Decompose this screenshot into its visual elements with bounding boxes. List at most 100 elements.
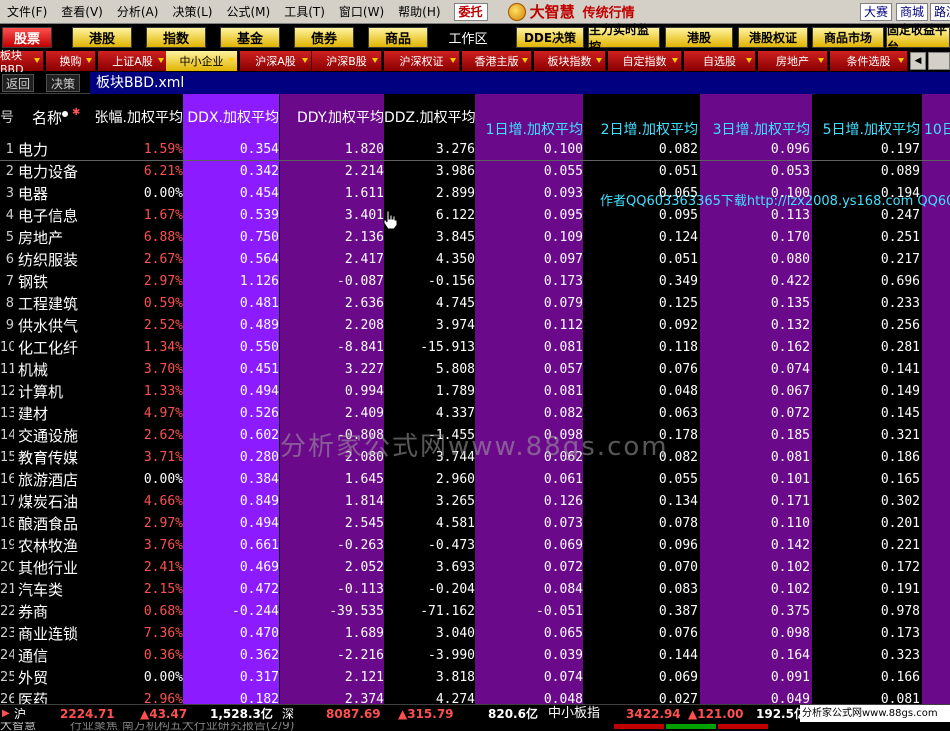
table-row[interactable]: 9 供水供气 2.52% 0.489 2.208 3.974 0.112 0.092 0.132… (0, 315, 950, 337)
table-row[interactable]: 19 农林牧渔 3.76% 0.661 -0.263 -0.473 0.069 0.096 0.… (0, 535, 950, 557)
block-tab-10[interactable]: 自选股 (684, 51, 756, 71)
table-row[interactable]: 6 纺织服装 2.67% 0.564 2.417 4.350 0.097 0.051 0.080… (0, 249, 950, 271)
header-day5[interactable]: 5日增.加权平均 (812, 119, 920, 139)
menu-item-5[interactable]: 工具(T) (277, 0, 332, 23)
row-d2: 0.082 (658, 142, 698, 157)
market-button-0[interactable]: 股票 (2, 27, 52, 48)
table-row[interactable]: 22 券商 0.68% -0.244 -39.535 -71.162 -0.051 0.387… (0, 601, 950, 623)
row-ddz: 3.744 (435, 450, 475, 465)
row-chg: 4.66% (143, 494, 183, 509)
block-tab-12[interactable]: 条件选股 (830, 51, 908, 71)
scroll-left-button[interactable]: ◀ (910, 52, 926, 70)
menu-item-7[interactable]: 帮助(H) (391, 0, 447, 23)
header-name[interactable]: 名称 (32, 107, 62, 128)
row-d3: 0.422 (770, 274, 810, 289)
block-tab-label: 换购 (59, 55, 82, 68)
table-row[interactable]: 17 煤炭石油 4.66% 0.849 1.814 3.265 0.126 0.134 0.17… (0, 491, 950, 513)
weituo-button[interactable]: 委托 (453, 2, 488, 21)
table-row[interactable]: 15 教育传媒 3.71% 0.280 2.080 3.744 0.062 0.082 0.08… (0, 447, 950, 469)
table-row[interactable]: 14 交通设施 2.62% 0.602 -0.808 -1.455 0.098 0.178 0.… (0, 425, 950, 447)
menu-item-6[interactable]: 窗口(W) (332, 0, 391, 23)
header-ddx[interactable]: DDX.加权平均 (183, 107, 279, 127)
row-ddx: 0.472 (239, 582, 279, 597)
scroll-track[interactable] (928, 52, 950, 70)
block-tab-8[interactable]: 板块指数 (534, 51, 606, 71)
row-seq: 13 (0, 406, 14, 421)
header-ddz[interactable]: DDZ.加权平均 (384, 107, 475, 127)
back-button[interactable]: 返回 (2, 74, 34, 92)
block-tab-2[interactable]: 上证A股 (98, 51, 168, 71)
sort-dot-icon (62, 111, 68, 117)
top-right-button-1[interactable]: 商城 (896, 3, 929, 21)
table-row[interactable]: 24 通信 0.36% 0.362 -2.216 -3.990 0.039 0.144 0.16… (0, 645, 950, 667)
row-d1: 0.112 (543, 318, 583, 333)
block-tab-7[interactable]: 香港主版 (462, 51, 532, 71)
row-d5: 0.173 (880, 626, 920, 641)
row-ddy: 1.645 (344, 472, 384, 487)
market-button-8[interactable]: 主力实时监控 (588, 23, 660, 54)
table-row[interactable]: 16 旅游酒店 0.00% 0.384 1.645 2.960 0.061 0.055 0.10… (0, 469, 950, 491)
block-tab-6[interactable]: 沪深权证 (384, 51, 460, 71)
block-tab-5[interactable]: 沪深B股 (312, 51, 382, 71)
menu-item-3[interactable]: 决策(L) (165, 0, 219, 23)
header-ddy[interactable]: DDY.加权平均 (280, 107, 384, 127)
table-row[interactable]: 23 商业连锁 7.36% 0.470 1.689 3.040 0.065 0.076 0.09… (0, 623, 950, 645)
row-ddx: -0.244 (232, 604, 279, 619)
market-button-4[interactable]: 债券 (294, 27, 354, 48)
market-button-9[interactable]: 港股 (665, 27, 733, 48)
menu-item-0[interactable]: 文件(F) (0, 0, 54, 23)
menu-item-2[interactable]: 分析(A) (110, 0, 166, 23)
market-button-12[interactable]: 固定收益平台 (886, 23, 950, 54)
header-day1[interactable]: 1日增.加权平均 (475, 119, 583, 139)
menu-item-4[interactable]: 公式(M) (220, 0, 278, 23)
table-row[interactable]: 8 工程建筑 0.59% 0.481 2.636 4.745 0.079 0.125 0.135… (0, 293, 950, 315)
table-row[interactable]: 12 计算机 1.33% 0.494 0.994 1.789 0.081 0.048 0.067… (0, 381, 950, 403)
table-row[interactable]: 5 房地产 6.88% 0.750 2.136 3.845 0.109 0.124 0.170 0… (0, 227, 950, 249)
row-d5: 0.201 (880, 516, 920, 531)
block-tab-11[interactable]: 房地产 (758, 51, 828, 71)
table-row[interactable]: 13 建材 4.97% 0.526 2.409 4.337 0.082 0.063 0.072 0… (0, 403, 950, 425)
header-day2[interactable]: 2日增.加权平均 (585, 119, 698, 139)
header-day10[interactable]: 10日 (924, 119, 950, 139)
market-button-6[interactable]: 工作区 (440, 27, 496, 48)
top-right-button-0[interactable]: 大赛 (860, 3, 893, 21)
market-button-3[interactable]: 基金 (220, 27, 280, 48)
header-seq[interactable]: 序号 (0, 107, 14, 127)
market-button-1[interactable]: 港股 (72, 27, 132, 48)
brand-tag: 传统行情 (582, 6, 635, 21)
menu-item-1[interactable]: 查看(V) (54, 0, 110, 23)
table-row[interactable]: 21 汽车类 2.15% 0.472 -0.113 -0.204 0.084 0.083 0.1… (0, 579, 950, 601)
block-tab-1[interactable]: 换购 (46, 51, 96, 71)
market-button-11[interactable]: 商品市场 (812, 27, 884, 48)
market-toolbar: 股票 港股 指数 基金 债券 商品 工作区 DDE决策 主力实时监控 港股 港股权证 商品市场 固定收益… (0, 23, 950, 54)
table-row[interactable]: 25 外贸 0.00% 0.317 2.121 3.818 0.074 0.069 0.091 0… (0, 667, 950, 689)
table-row[interactable]: 10 化工化纤 1.34% 0.550 -8.841 -15.913 0.081 0.118 0… (0, 337, 950, 359)
table-row[interactable]: 2 电力设备 6.21% 0.342 2.214 3.986 0.055 0.051 0.053… (0, 161, 950, 183)
row-chg: 4.97% (143, 406, 183, 421)
header-change[interactable]: 张幅.加权平均 (84, 107, 183, 127)
ticker-news[interactable]: 行业聚焦 南方机构五大行业研究报告(2/9) (70, 722, 295, 731)
block-tab-0[interactable]: 板块BBD (0, 49, 44, 76)
market-button-5[interactable]: 商品 (368, 27, 428, 48)
row-d3: 0.067 (770, 384, 810, 399)
market-button-2[interactable]: 指数 (146, 27, 206, 48)
block-tab-4[interactable]: 沪深A股 (240, 51, 312, 71)
site-badge[interactable]: 分析家公式网www.88gs.com (800, 705, 950, 722)
table-row[interactable]: 20 其他行业 2.41% 0.469 2.052 3.693 0.072 0.070 0.10… (0, 557, 950, 579)
row-d5: 0.089 (880, 164, 920, 179)
row-ddz: -0.156 (428, 274, 475, 289)
table-row[interactable]: 3 电器 0.00% 0.454 1.611 2.899 0.093 0.065 0.100 0.… (0, 183, 950, 205)
table-row[interactable]: 18 酿酒食品 2.97% 0.494 2.545 4.581 0.073 0.078 0.11… (0, 513, 950, 535)
table-row[interactable]: 11 机械 3.70% 0.451 3.227 5.808 0.057 0.076 0.074 0… (0, 359, 950, 381)
market-button-10[interactable]: 港股权证 (738, 27, 808, 48)
top-right-button-2[interactable]: 路演 (930, 3, 950, 21)
block-tab-9[interactable]: 自定指数 (608, 51, 682, 71)
header-day3[interactable]: 3日增.加权平均 (700, 119, 810, 139)
decision-button[interactable]: 决策 (46, 74, 80, 92)
sme-label: 中小板指 (548, 706, 601, 721)
market-button-7[interactable]: DDE决策 (516, 27, 584, 48)
table-row[interactable]: 1 电力 1.59% 0.354 1.820 3.276 0.100 0.082 0.096 0.… (0, 139, 950, 161)
table-row[interactable]: 7 钢铁 2.97% 1.126 -0.087 -0.156 0.173 0.349 0.422… (0, 271, 950, 293)
table-row[interactable]: 4 电子信息 1.67% 0.539 3.401 6.122 0.095 0.095 0.113… (0, 205, 950, 227)
block-tab-3[interactable]: 中小企业 (166, 51, 238, 71)
